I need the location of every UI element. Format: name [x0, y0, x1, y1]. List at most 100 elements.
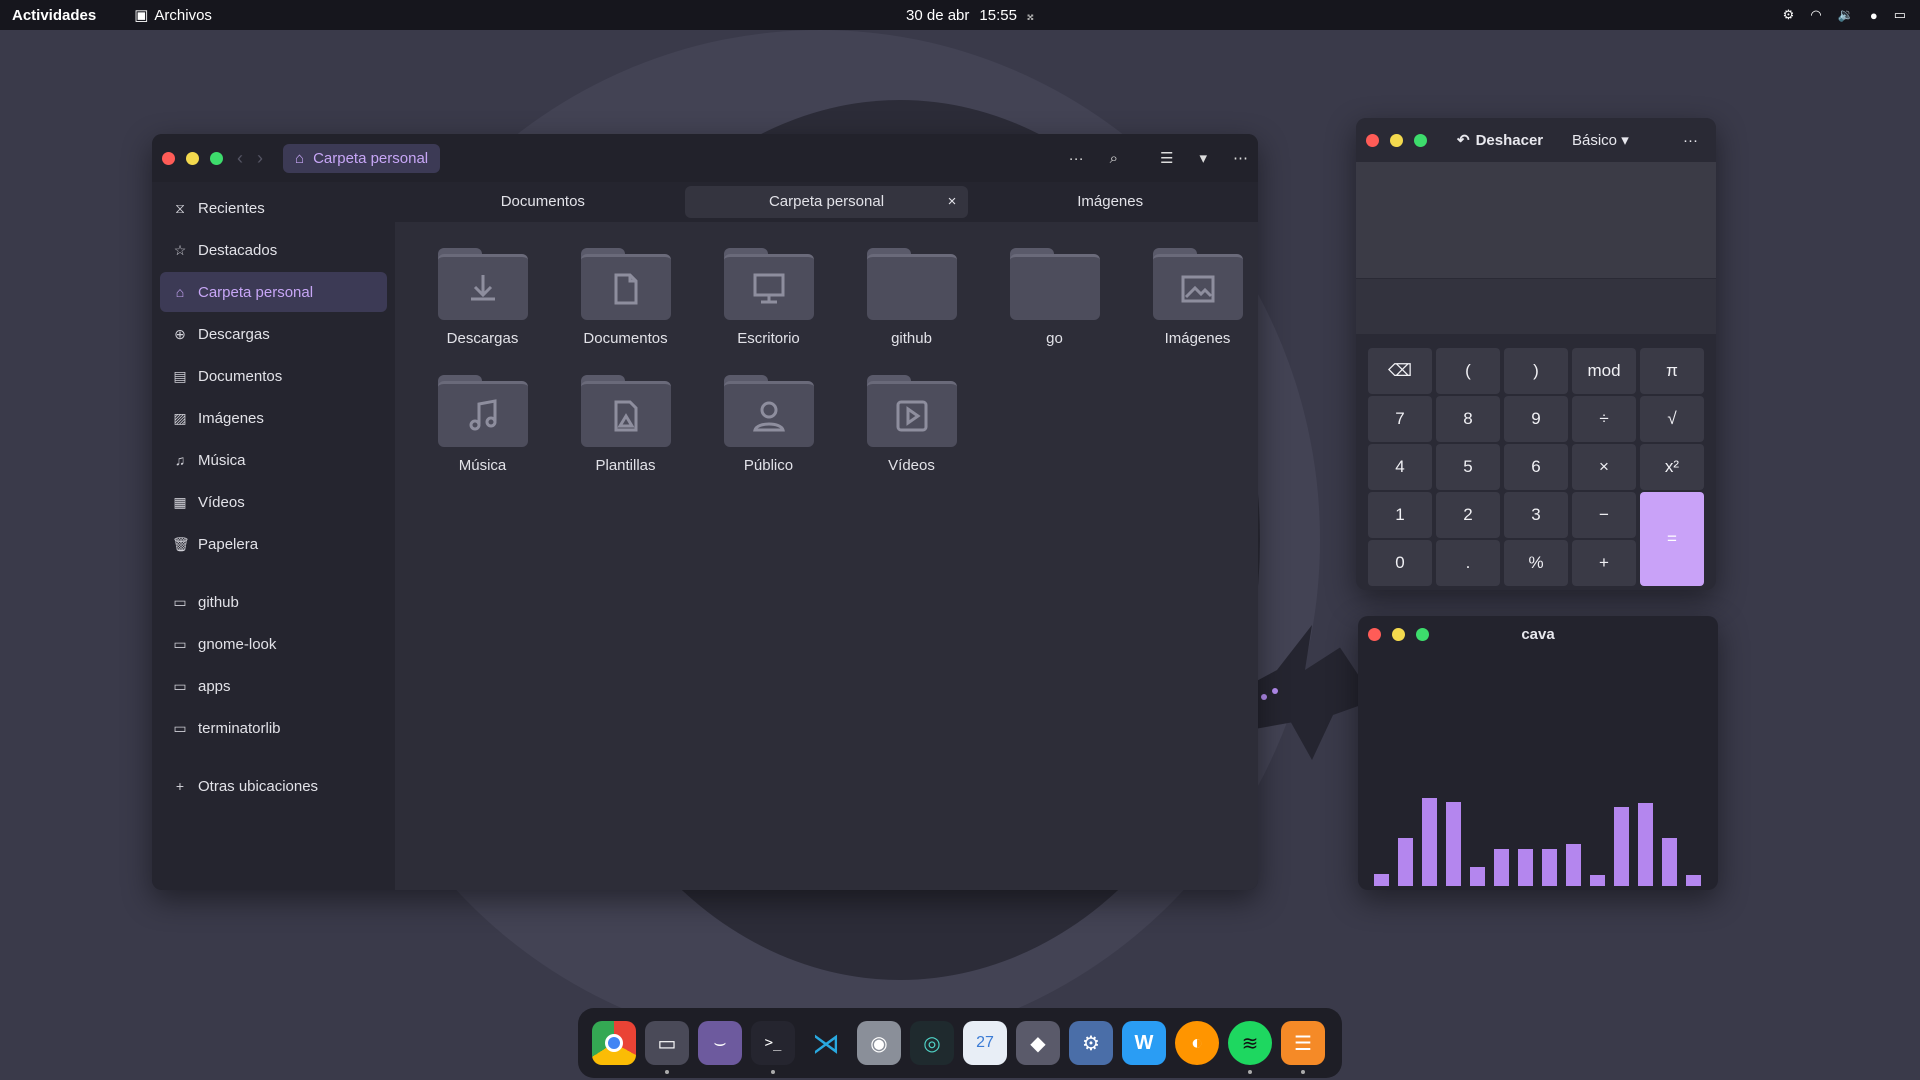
calculator-display[interactable]: [1356, 162, 1716, 278]
folder-item[interactable]: Descargas: [411, 248, 554, 375]
forward-icon[interactable]: ›: [257, 148, 263, 169]
tab-documentos[interactable]: Documentos: [401, 186, 685, 218]
equals-key[interactable]: =: [1640, 492, 1704, 586]
list-view-icon[interactable]: ☰: [1160, 149, 1173, 167]
bookmark-terminatorlib[interactable]: ▭ terminatorlib: [160, 708, 387, 748]
videos-folder-icon: [866, 375, 957, 447]
screenshot-icon[interactable]: ◎: [910, 1021, 954, 1065]
folder-item[interactable]: Documentos: [554, 248, 697, 375]
minimize-button[interactable]: [186, 151, 199, 165]
folder-item[interactable]: Música: [411, 375, 554, 502]
chrome-icon[interactable]: [592, 1021, 636, 1065]
menu-icon[interactable]: ···: [1683, 132, 1698, 149]
sqrt-key[interactable]: √: [1640, 396, 1704, 442]
chevron-down-icon[interactable]: ▾: [1199, 149, 1207, 167]
sidebar-item-destacados[interactable]: ☆ Destacados: [160, 230, 387, 270]
key-7[interactable]: 7: [1368, 396, 1432, 442]
divide-key[interactable]: ÷: [1572, 396, 1636, 442]
subtract-key[interactable]: −: [1572, 492, 1636, 538]
more-icon[interactable]: ···: [1069, 150, 1084, 167]
minimize-button[interactable]: [1390, 133, 1403, 147]
key-2[interactable]: 2: [1436, 492, 1500, 538]
clock[interactable]: 30 de abr 15:55 𝄪: [906, 7, 1034, 24]
other-locations[interactable]: + Otras ubicaciones: [160, 766, 387, 806]
sidebar-item-recientes[interactable]: ⧖ Recientes: [160, 188, 387, 228]
software-shop-icon[interactable]: ⌣: [698, 1021, 742, 1065]
sidebar-item-papelera[interactable]: 🗑 Papelera: [160, 524, 387, 564]
bookmark-gnome-look[interactable]: ▭ gnome-look: [160, 624, 387, 664]
close-button[interactable]: [1366, 133, 1379, 147]
folder-item[interactable]: Escritorio: [697, 248, 840, 375]
key-4[interactable]: 4: [1368, 444, 1432, 490]
sidebar-item-label: Descargas: [198, 325, 270, 343]
percent-key[interactable]: %: [1504, 540, 1568, 586]
system-tray[interactable]: ⚙ ◠ 🔉 ● ▭: [1783, 7, 1906, 23]
visualizer-bar: [1542, 849, 1557, 886]
folder-item[interactable]: Vídeos: [840, 375, 983, 502]
add-key[interactable]: +: [1572, 540, 1636, 586]
square-key[interactable]: x²: [1640, 444, 1704, 490]
multiply-key[interactable]: ×: [1572, 444, 1636, 490]
key-3[interactable]: 3: [1504, 492, 1568, 538]
sidebar-item-descargas[interactable]: ⊕ Descargas: [160, 314, 387, 354]
settings-icon[interactable]: ⚙: [1069, 1021, 1113, 1065]
sidebar-item-imagenes[interactable]: ▨ Imágenes: [160, 398, 387, 438]
undo-button[interactable]: ↶ Deshacer: [1457, 131, 1543, 150]
key-1[interactable]: 1: [1368, 492, 1432, 538]
key-6[interactable]: 6: [1504, 444, 1568, 490]
writer-icon[interactable]: W: [1122, 1021, 1166, 1065]
window-title: cava: [1521, 625, 1555, 643]
bookmark-apps[interactable]: ▭ apps: [160, 666, 387, 706]
battery-icon: ▭: [1893, 7, 1906, 22]
backspace-key[interactable]: ⌫: [1368, 348, 1432, 394]
spotify-icon[interactable]: ≋: [1228, 1021, 1272, 1074]
document-icon: ▤: [173, 367, 187, 384]
close-paren-key[interactable]: ): [1504, 348, 1568, 394]
files-icon[interactable]: ▭: [645, 1021, 689, 1074]
decimal-key[interactable]: .: [1436, 540, 1500, 586]
sidebar-item-videos[interactable]: ▦ Vídeos: [160, 482, 387, 522]
bookmark-github[interactable]: ▭ github: [160, 582, 387, 622]
key-0[interactable]: 0: [1368, 540, 1432, 586]
open-paren-key[interactable]: (: [1436, 348, 1500, 394]
camera-icon[interactable]: ◉: [857, 1021, 901, 1065]
firefox-icon[interactable]: ◐: [1175, 1021, 1219, 1065]
sidebar-item-documentos[interactable]: ▤ Documentos: [160, 356, 387, 396]
back-icon[interactable]: ‹: [237, 148, 243, 169]
key-8[interactable]: 8: [1436, 396, 1500, 442]
maximize-button[interactable]: [1414, 133, 1427, 147]
breadcrumb[interactable]: ⌂ Carpeta personal: [283, 143, 441, 173]
folder-label: Música: [458, 457, 507, 474]
folder-item[interactable]: go: [983, 248, 1126, 375]
mode-selector[interactable]: Básico ▾: [1572, 131, 1629, 149]
activities-button[interactable]: Actividades: [12, 7, 96, 24]
key-5[interactable]: 5: [1436, 444, 1500, 490]
volume-icon: 🔉: [1837, 7, 1854, 22]
key-9[interactable]: 9: [1504, 396, 1568, 442]
close-button[interactable]: [162, 151, 175, 165]
search-icon[interactable]: ⌕: [1110, 150, 1118, 167]
pi-key[interactable]: π: [1640, 348, 1704, 394]
maximize-button[interactable]: [210, 151, 223, 165]
image-icon: ▨: [173, 409, 187, 426]
folder-item[interactable]: Plantillas: [554, 375, 697, 502]
tab-imagenes[interactable]: Imágenes: [968, 186, 1252, 218]
close-tab-icon[interactable]: ×: [948, 186, 957, 218]
sidebar-item-musica[interactable]: ♫ Música: [160, 440, 387, 480]
settings-icon[interactable]: ⚙: [1783, 7, 1795, 23]
folder-icon: [866, 248, 957, 320]
terminal-icon[interactable]: >_: [751, 1021, 795, 1074]
inkscape-icon[interactable]: ◆: [1016, 1021, 1060, 1065]
folder-item[interactable]: Público: [697, 375, 840, 502]
visualizer-bar: [1590, 875, 1605, 886]
text-editor-icon[interactable]: ☰: [1281, 1021, 1325, 1074]
folder-item[interactable]: Imágenes: [1126, 248, 1258, 375]
folder-item[interactable]: github: [840, 248, 983, 375]
mod-key[interactable]: mod: [1572, 348, 1636, 394]
vscode-icon[interactable]: ⋊: [804, 1021, 848, 1065]
menu-icon[interactable]: ⋯: [1233, 149, 1248, 167]
sidebar-item-carpeta-personal[interactable]: ⌂ Carpeta personal: [160, 272, 387, 312]
tab-carpeta-personal[interactable]: Carpeta personal ×: [684, 186, 969, 218]
app-menu[interactable]: ▣ Archivos: [134, 6, 212, 25]
calendar-icon[interactable]: 27: [963, 1021, 1007, 1065]
